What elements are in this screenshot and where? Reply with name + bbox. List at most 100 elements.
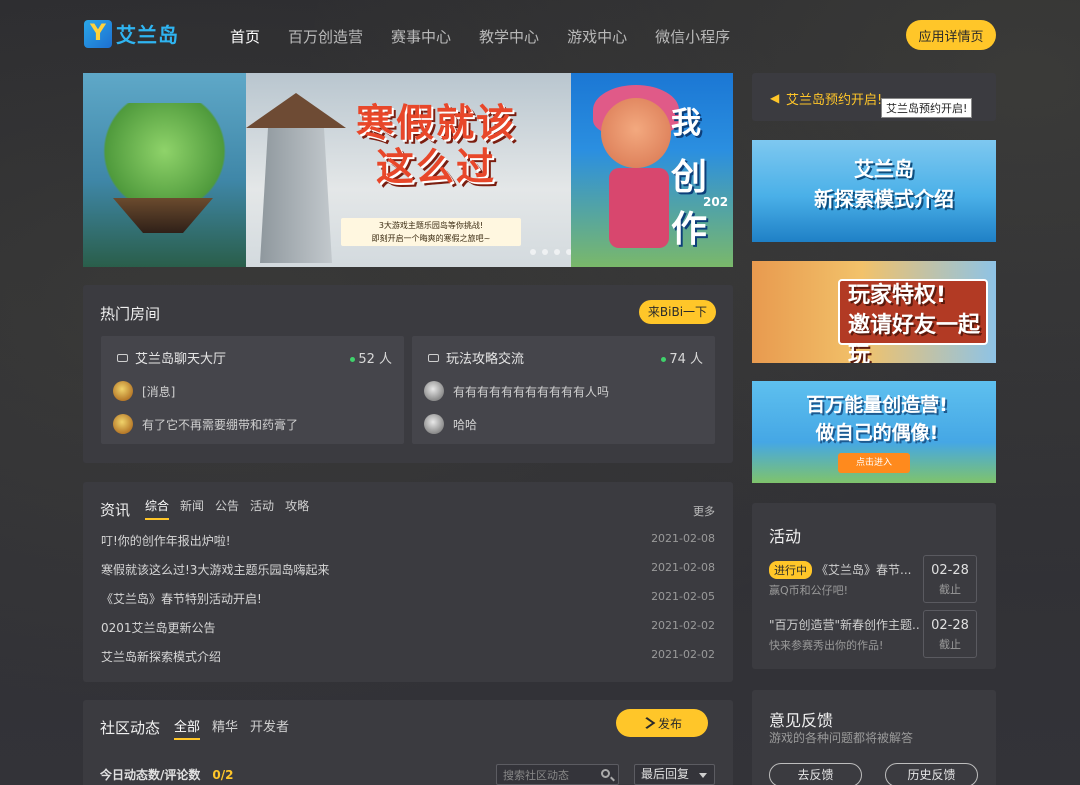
community-tabs: 全部 精华 开发者 <box>174 716 301 740</box>
carousel-dot[interactable] <box>542 249 548 255</box>
activity-deadline-date: 02-28 <box>931 618 969 633</box>
side-banner-invite-friends[interactable]: 玩家特权! 邀请好友一起玩 <box>752 261 996 363</box>
post-button[interactable]: 发布 <box>616 709 708 737</box>
room-name: 艾兰岛聊天大厅 <box>135 352 227 367</box>
room-count-value: 74 人 <box>669 352 703 367</box>
sort-dropdown-value: 最后回复 <box>641 767 690 781</box>
community-stats-label: 今日动态数/评论数 <box>100 768 201 782</box>
banner-slide-winter[interactable]: 寒假就该 这么过 3大游戏主题乐园岛等你挑战! 即刻开启一个晦爽的寒假之旅吧~ <box>246 73 571 267</box>
activity-name[interactable]: 《艾兰岛》春节... <box>816 563 911 577</box>
room-card[interactable]: 玩法攻略交流 74 人 有有有有有有有有有有有人吗 哈哈 <box>412 336 715 444</box>
news-item-date: 2021-02-08 <box>651 561 715 574</box>
character-image <box>601 98 671 168</box>
side-banner-explore-mode[interactable]: 艾兰岛 新探索模式介绍 <box>752 140 996 242</box>
side-banner-million-camp[interactable]: 百万能量创造营! 做自己的偶像! 点击进入 <box>752 381 996 483</box>
avatar <box>424 381 444 401</box>
site-logo[interactable]: Y 艾兰岛 <box>84 19 179 48</box>
carousel-dot[interactable] <box>554 249 560 255</box>
banner-carousel[interactable]: 寒假就该 这么过 3大游戏主题乐园岛等你挑战! 即刻开启一个晦爽的寒假之旅吧~ … <box>83 73 733 267</box>
banner-slide-island[interactable] <box>83 73 246 267</box>
news-more-link[interactable]: 更多 <box>693 503 715 519</box>
room-message-text: [消息] <box>142 384 176 399</box>
news-item-date: 2021-02-02 <box>651 648 715 661</box>
main-nav: 首页 百万创造营 赛事中心 教学中心 游戏中心 微信小程序 <box>230 26 758 47</box>
app-details-button[interactable]: 应用详情页 <box>906 20 996 50</box>
news-item-date: 2021-02-08 <box>651 532 715 545</box>
nav-events[interactable]: 赛事中心 <box>391 26 451 47</box>
news-item[interactable]: 0201艾兰岛更新公告 2021-02-02 <box>101 619 715 639</box>
room-message-text: 有了它不再需要绷带和药膏了 <box>142 417 299 432</box>
tab-announcements[interactable]: 公告 <box>215 497 239 520</box>
top-header: Y 艾兰岛 首页 百万创造营 赛事中心 教学中心 游戏中心 微信小程序 应用详情… <box>0 0 1080 70</box>
tab-news[interactable]: 新闻 <box>180 497 204 520</box>
online-dot-icon <box>661 357 667 362</box>
feedback-panel: 意见反馈 游戏的各种问题都将被解答 去反馈 历史反馈 <box>752 690 996 785</box>
logo-icon: Y <box>84 19 112 48</box>
search-icon[interactable] <box>601 769 610 778</box>
avatar <box>113 381 133 401</box>
news-item-title[interactable]: 寒假就该这么过!3大游戏主题乐园岛嗨起来 <box>101 561 329 578</box>
community-title: 社区动态 <box>100 719 161 737</box>
news-item-title[interactable]: 《艾兰岛》春节特别活动开启! <box>101 590 262 607</box>
banner-subtitle-line1: 3大游戏主题乐园岛等你挑战! <box>378 221 484 230</box>
nav-wechat-miniapp[interactable]: 微信小程序 <box>655 26 730 47</box>
nav-games[interactable]: 游戏中心 <box>567 26 627 47</box>
community-panel: 社区动态 全部 精华 开发者 发布 今日动态数/评论数 0/2 最后回复 <box>83 700 733 785</box>
activity-item[interactable]: "百万创造营"新春创作主题... 快来参赛秀出你的作品! 02-28 截止 <box>769 610 984 660</box>
give-feedback-button[interactable]: 去反馈 <box>769 763 862 785</box>
news-title: 资讯 <box>100 501 131 519</box>
carousel-dot[interactable] <box>530 249 536 255</box>
news-panel: 资讯 综合 新闻 公告 活动 攻略 更多 叮!你的创作年报出炉啦! 2021-0… <box>83 482 733 682</box>
nav-teaching[interactable]: 教学中心 <box>479 26 539 47</box>
activity-name[interactable]: "百万创造营"新春创作主题... <box>769 618 919 632</box>
nav-home[interactable]: 首页 <box>230 26 260 47</box>
activity-item[interactable]: 进行中 《艾兰岛》春节... 赢Q币和公仔吧! 02-28 截止 <box>769 555 984 605</box>
tab-featured[interactable]: 精华 <box>212 716 238 740</box>
notice-text[interactable]: 艾兰岛预约开启! <box>786 89 882 108</box>
tab-general[interactable]: 综合 <box>145 497 170 520</box>
side-banner-title: 百万能量创造营! 做自己的偶像! <box>782 391 972 447</box>
post-button-label: 发布 <box>657 716 682 731</box>
news-item[interactable]: 《艾兰岛》春节特别活动开启! 2021-02-05 <box>101 590 715 610</box>
sort-dropdown[interactable]: 最后回复 <box>634 764 715 785</box>
feedback-history-button[interactable]: 历史反馈 <box>885 763 978 785</box>
side-banner-enter-button[interactable]: 点击进入 <box>838 453 910 473</box>
character-body-image <box>609 168 669 248</box>
bibi-button[interactable]: 来BiBi一下 <box>639 300 716 324</box>
room-header: 玩法攻略交流 <box>428 348 524 367</box>
activity-deadline: 02-28 截止 <box>923 555 977 603</box>
nav-million-camp[interactable]: 百万创造营 <box>288 26 363 47</box>
activity-desc: 快来参赛秀出你的作品! <box>769 639 884 652</box>
room-header: 艾兰岛聊天大厅 <box>117 348 226 367</box>
news-tabs: 综合 新闻 公告 活动 攻略 <box>145 497 320 520</box>
news-item-date: 2021-02-02 <box>651 619 715 632</box>
tab-all[interactable]: 全部 <box>174 716 201 740</box>
news-item[interactable]: 叮!你的创作年报出炉啦! 2021-02-08 <box>101 532 715 552</box>
tab-guides[interactable]: 攻略 <box>285 497 309 520</box>
search-input[interactable] <box>503 767 595 783</box>
activity-title: 活动 <box>769 527 802 546</box>
side-banner-title-line2: 新探索模式介绍 <box>814 187 954 211</box>
hot-rooms-panel: 热门房间 来BiBi一下 艾兰岛聊天大厅 52 人 [消息] 有了它不再需要绷带… <box>83 285 733 463</box>
news-item-title[interactable]: 叮!你的创作年报出炉啦! <box>101 532 231 549</box>
banner-slide-creator[interactable]: 我 创作 202 <box>571 73 733 267</box>
chat-room-icon <box>117 353 128 362</box>
news-item-title[interactable]: 0201艾兰岛更新公告 <box>101 619 216 636</box>
banner-headline-line2: 这么过 <box>375 145 496 189</box>
online-dot-icon <box>350 357 356 362</box>
side-banner-title-line1: 艾兰岛 <box>854 157 914 181</box>
news-item-title[interactable]: 艾兰岛新探索模式介绍 <box>101 648 221 665</box>
island-base-image <box>113 198 213 233</box>
tab-activities[interactable]: 活动 <box>250 497 274 520</box>
side-banner-title-line2: 邀请好友一起玩 <box>848 313 981 363</box>
news-item[interactable]: 艾兰岛新探索模式介绍 2021-02-02 <box>101 648 715 668</box>
news-item[interactable]: 寒假就该这么过!3大游戏主题乐园岛嗨起来 2021-02-08 <box>101 561 715 581</box>
community-search[interactable] <box>496 764 619 785</box>
room-card[interactable]: 艾兰岛聊天大厅 52 人 [消息] 有了它不再需要绷带和药膏了 <box>101 336 404 444</box>
room-message: [消息] <box>113 380 175 402</box>
activity-deadline-label: 截止 <box>939 583 961 596</box>
tab-developers[interactable]: 开发者 <box>250 716 289 740</box>
room-count-value: 52 人 <box>358 352 392 367</box>
room-online-count: 74 人 <box>661 348 703 367</box>
banner-subtitle: 3大游戏主题乐园岛等你挑战! 即刻开启一个晦爽的寒假之旅吧~ <box>341 218 521 246</box>
